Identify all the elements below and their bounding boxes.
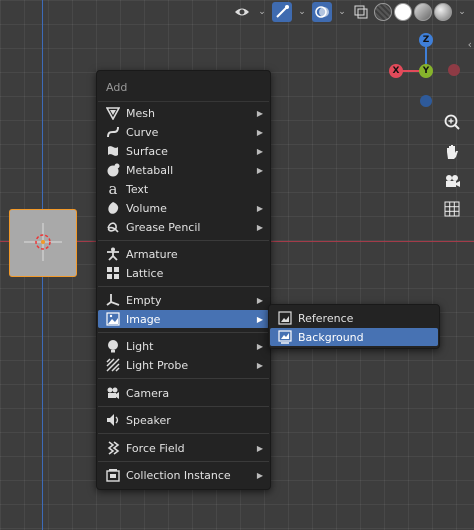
light-icon — [105, 338, 121, 354]
menu-divider — [98, 286, 269, 287]
submenu-arrow-icon: ▶ — [256, 470, 263, 480]
armature-icon — [105, 246, 121, 262]
header-edge-arrow-icon[interactable]: ‹ — [468, 38, 472, 51]
menu-item-force-field[interactable]: Force Field ▶ — [98, 439, 269, 457]
grease-pencil-icon — [105, 219, 121, 235]
chevron-down-icon[interactable]: ⌄ — [336, 2, 348, 22]
rendered-shading-icon[interactable] — [434, 3, 452, 21]
light-probe-icon — [105, 357, 121, 373]
menu-item-empty[interactable]: Empty ▶ — [98, 291, 269, 309]
menu-item-image[interactable]: Image ▶ — [98, 310, 269, 328]
menu-item-surface[interactable]: Surface ▶ — [98, 142, 269, 160]
camera-icon — [105, 385, 121, 401]
lattice-icon — [105, 265, 121, 281]
menu-divider — [98, 332, 269, 333]
chevron-down-icon[interactable]: ⌄ — [296, 2, 308, 22]
zoom-icon[interactable] — [439, 109, 465, 135]
surface-icon — [105, 143, 121, 159]
menu-divider — [98, 406, 269, 407]
menu-item-lattice[interactable]: Lattice — [98, 264, 269, 282]
empty-icon — [105, 292, 121, 308]
submenu-arrow-icon: ▶ — [256, 314, 263, 324]
chevron-down-icon[interactable]: ⌄ — [256, 2, 268, 22]
menu-item-speaker[interactable]: Speaker — [98, 411, 269, 429]
submenu-arrow-icon: ▶ — [256, 443, 263, 453]
menu-divider — [98, 240, 269, 241]
menu-title-divider — [98, 101, 269, 102]
menu-title: Add — [106, 81, 128, 94]
submenu-arrow-icon: ▶ — [256, 203, 263, 213]
object-origin-icon — [24, 223, 62, 261]
gizmo-toggle-icon[interactable] — [272, 2, 292, 22]
gizmo-z-axis[interactable]: Z — [419, 33, 433, 47]
submenu-arrow-icon: ▶ — [256, 127, 263, 137]
menu-item-reference[interactable]: Reference — [270, 309, 438, 327]
viewport-header-tools: ⌄ ⌄ ⌄ ⌄ — [232, 0, 474, 24]
ortho-grid-icon[interactable] — [439, 196, 465, 222]
speaker-icon — [105, 412, 121, 428]
menu-item-curve[interactable]: Curve ▶ — [98, 123, 269, 141]
submenu-arrow-icon: ▶ — [256, 341, 263, 351]
submenu-arrow-icon: ▶ — [256, 146, 263, 156]
menu-item-collection-instance[interactable]: Collection Instance ▶ — [98, 466, 269, 484]
curve-icon — [105, 124, 121, 140]
text-icon: a — [108, 180, 118, 198]
image-icon — [105, 311, 121, 327]
image-reference-icon — [277, 310, 293, 326]
menu-item-volume[interactable]: Volume ▶ — [98, 199, 269, 217]
volume-icon — [105, 200, 121, 216]
gizmo-x-axis[interactable]: X — [389, 64, 403, 78]
visibility-icon[interactable] — [232, 2, 252, 22]
menu-divider — [98, 433, 269, 434]
menu-item-grease-pencil[interactable]: Grease Pencil ▶ — [98, 218, 269, 236]
selected-object[interactable] — [9, 209, 77, 277]
menu-item-mesh[interactable]: Mesh ▶ — [98, 104, 269, 122]
material-shading-icon[interactable] — [414, 3, 432, 21]
metaball-icon — [105, 162, 121, 178]
menu-item-camera[interactable]: Camera — [98, 384, 269, 402]
submenu-arrow-icon: ▶ — [256, 165, 263, 175]
menu-divider — [98, 378, 269, 379]
force-field-icon — [105, 440, 121, 456]
gizmo-neg-z-axis[interactable] — [420, 95, 432, 107]
solid-shading-icon[interactable] — [394, 3, 412, 21]
xray-toggle-icon[interactable] — [352, 2, 370, 22]
hand-pan-icon[interactable] — [439, 139, 465, 165]
navigation-gizmo[interactable]: Z X Y — [385, 30, 465, 110]
menu-item-background[interactable]: Background — [270, 328, 438, 346]
menu-item-text[interactable]: a Text — [98, 180, 269, 198]
submenu-arrow-icon: ▶ — [256, 295, 263, 305]
image-submenu: Reference Background — [268, 304, 440, 349]
menu-item-light[interactable]: Light ▶ — [98, 337, 269, 355]
wireframe-shading-icon[interactable] — [374, 3, 392, 21]
submenu-arrow-icon: ▶ — [256, 360, 263, 370]
collection-instance-icon — [105, 467, 121, 483]
shading-mode-group — [374, 3, 452, 21]
menu-item-armature[interactable]: Armature — [98, 245, 269, 263]
submenu-arrow-icon: ▶ — [256, 108, 263, 118]
overlay-toggle-icon[interactable] — [312, 2, 332, 22]
mesh-icon — [105, 105, 121, 121]
menu-item-light-probe[interactable]: Light Probe ▶ — [98, 356, 269, 374]
camera-view-icon[interactable] — [439, 169, 465, 195]
menu-item-metaball[interactable]: Metaball ▶ — [98, 161, 269, 179]
gizmo-y-axis[interactable]: Y — [419, 64, 433, 78]
gizmo-neg-x-axis[interactable] — [448, 64, 460, 76]
menu-divider — [98, 461, 269, 462]
add-menu: Add Mesh ▶ Curve ▶ Surface ▶ Metaball ▶ a Te… — [96, 70, 271, 490]
chevron-down-icon[interactable]: ⌄ — [456, 2, 468, 22]
submenu-arrow-icon: ▶ — [256, 222, 263, 232]
image-background-icon — [277, 329, 293, 345]
